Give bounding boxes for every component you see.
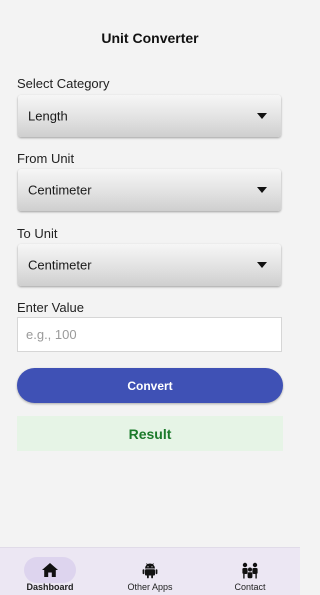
from-unit-selected-value: Centimeter <box>28 182 92 198</box>
nav-label-contact: Contact <box>234 582 266 592</box>
to-unit-dropdown[interactable]: Centimeter <box>18 244 281 286</box>
value-label: Enter Value <box>17 300 84 315</box>
result-text: Result <box>128 425 172 442</box>
caret-down-icon <box>257 262 267 268</box>
nav-label-other-apps: Other Apps <box>127 582 173 592</box>
nav-label-dashboard: Dashboard <box>26 582 74 592</box>
nav-item-contact[interactable]: Contact <box>200 548 300 595</box>
convert-button[interactable]: Convert <box>17 368 283 403</box>
category-selected-value: Length <box>28 108 68 124</box>
value-input[interactable] <box>17 317 282 352</box>
category-label: Select Category <box>17 76 110 91</box>
people-icon <box>242 562 258 578</box>
from-unit-dropdown[interactable]: Centimeter <box>18 169 281 211</box>
to-unit-label: To Unit <box>17 226 58 241</box>
android-icon <box>142 562 158 578</box>
home-icon <box>42 563 58 577</box>
category-dropdown[interactable]: Length <box>18 95 281 137</box>
unit-converter-screen: Unit Converter Select Category Length Fr… <box>0 0 300 595</box>
caret-down-icon <box>257 187 267 193</box>
from-unit-label: From Unit <box>17 151 75 166</box>
nav-active-indicator <box>24 557 76 583</box>
result-box: Result <box>17 416 283 451</box>
caret-down-icon <box>257 113 267 119</box>
bottom-nav: Dashboard Other Apps Contact <box>0 547 300 595</box>
to-unit-selected-value: Centimeter <box>28 257 92 273</box>
nav-item-other-apps[interactable]: Other Apps <box>100 548 200 595</box>
page-title: Unit Converter <box>101 30 199 46</box>
nav-item-dashboard[interactable]: Dashboard <box>0 548 100 595</box>
